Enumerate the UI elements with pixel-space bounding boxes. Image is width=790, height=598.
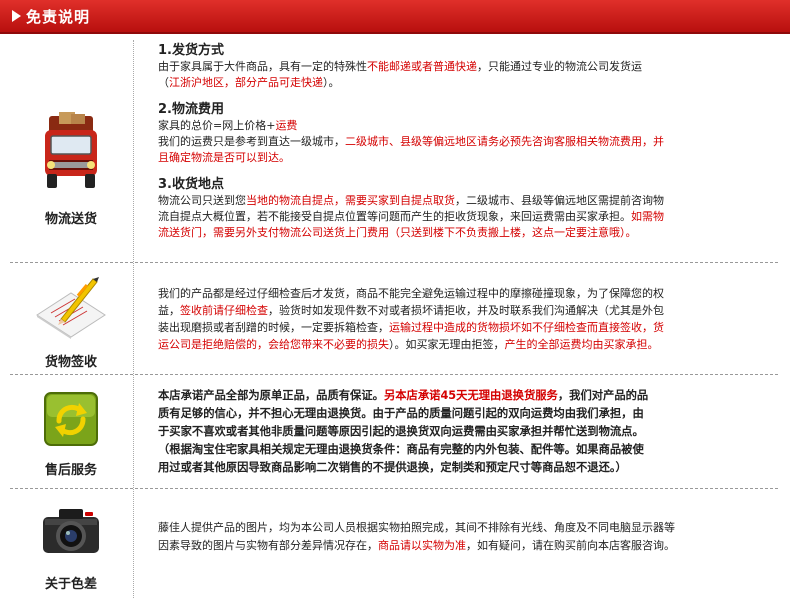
aftersales-line-2: 质有足够的信心，并不担心无理由退换货。由于产品的质量问题引起的双向运费均由我们承…	[158, 407, 644, 420]
play-arrow-icon	[12, 10, 21, 22]
highlight-segment: 运输过程中造成的货物损坏如不仔细检查而直接签收，货	[389, 321, 664, 334]
highlight-segment: 如需物	[631, 210, 664, 223]
text-segment: ）。如买家无理由拒签，	[389, 338, 505, 351]
aftersales-line-4: （根据淘宝住宅家具相关规定无理由退换货条件：商品有完整的内外包装、配件等。如果商…	[158, 443, 644, 456]
highlight-segment: 江浙沪地区，部分产品可走快递	[169, 76, 323, 89]
highlight-segment: 当地的物流自提点，需要买家到自提点取货	[246, 194, 455, 207]
text-segment: （	[158, 76, 169, 89]
header-bar: 免责说明	[0, 0, 790, 34]
aftersales-line-3: 于买家不喜欢或者其他非质量问题等原因引起的退换货双向运费需由买家承担并帮忙送到物…	[158, 425, 644, 438]
aftersales-line-1: 本店承诺产品全部为原单正品，品质有保证。另本店承诺45天无理由退换货服务，我们对…	[158, 387, 718, 405]
shipping-heading-3: 3.收货地点	[158, 177, 224, 192]
signing-line-2: 益，签收前请仔细检查，验货时如发现件数不对或者损坏请拒收，并及时联系我们沟通解决…	[158, 302, 718, 319]
highlight-segment: 流送货门，需要另外支付物流公司送货上门费用（只送到楼下不负责搬上楼，这点一定要注…	[158, 226, 637, 239]
color-icon-column: 关于色差	[10, 503, 132, 597]
text-segment: 益，	[158, 304, 180, 317]
section-color: 关于色差 藤佳人提供产品的图片，均为本公司人员根据实物拍照完成，其间不排除有光线…	[0, 489, 790, 598]
shipping-location-line-1: 物流公司只送到您当地的物流自提点，需要买家到自提点取货，二级城市、县级等偏远地区…	[158, 193, 718, 209]
signing-label: 货物签收	[44, 355, 97, 370]
refresh-arrows-icon	[44, 392, 98, 446]
camera-icon	[43, 509, 99, 553]
shipping-icon-column: 物流送货	[10, 112, 132, 227]
highlight-segment: 且确定物流是否可以到达。	[158, 151, 290, 164]
section-shipping: 物流送货 1.发货方式 由于家具属于大件商品，具有一定的特殊性不能邮递或者普通快…	[0, 32, 790, 262]
signing-content: 我们的产品都是经过仔细检查后才发货，商品不能完全避免运输过程中的摩擦碰撞现象，为…	[158, 285, 718, 353]
aftersales-icon-column: 售后服务	[10, 391, 132, 485]
shipping-location-line-2: 流自提点大概位置，若不能接受自提点位置等问题而产生的拒收货现象，来回运费需由买家…	[158, 209, 718, 225]
signing-line-3: 装出现磨损或者刮蹭的时候，一定要拆箱检查，运输过程中造成的货物损坏如不仔细检查而…	[158, 319, 718, 336]
highlight-segment: 二级城市、县级等偏远地区请务必预先咨询客服相关物流费用，并	[345, 135, 664, 148]
document-pen-icon	[36, 277, 106, 339]
text-segment: 我们的运费只是参考到直达一级城市，	[158, 135, 345, 148]
shipping-fee-line-2: 我们的运费只是参考到直达一级城市，二级城市、县级等偏远地区请务必预先咨询客服相关…	[158, 134, 718, 150]
highlight-segment: 另本店承诺45天无理由退换货服务	[383, 389, 558, 402]
highlight-segment: 运费	[275, 119, 298, 132]
text-segment: 流自提点大概位置，若不能接受自提点位置等问题而产生的拒收货现象，来回运费需由买家…	[158, 210, 631, 223]
color-content: 藤佳人提供产品的图片，均为本公司人员根据实物拍照完成，其间不排除有光线、角度及不…	[158, 519, 718, 555]
signing-line-1: 我们的产品都是经过仔细检查后才发货，商品不能完全避免运输过程中的摩擦碰撞现象，为…	[158, 287, 664, 300]
highlight-segment: 产生的全部运费均由买家承担。	[504, 338, 659, 351]
shipping-heading-2: 2.物流费用	[158, 102, 224, 117]
aftersales-label: 售后服务	[44, 463, 97, 478]
text-segment: 物流公司只送到您	[158, 194, 246, 207]
signing-line-4: 运公司是拒绝赔偿的，会给您带来不必要的损失）。如买家无理由拒签，产生的全部运费均…	[158, 336, 718, 353]
aftersales-line-5: 用过或者其他原因导致商品影响二次销售的不提供退换，定制类和预定尺寸等商品恕不退还…	[158, 461, 627, 474]
signing-icon-column: 货物签收	[10, 273, 132, 370]
shipping-heading-1: 1.发货方式	[158, 43, 224, 58]
color-label: 关于色差	[44, 577, 97, 592]
shipping-fee-line-1: 家具的总价=网上价格+运费	[158, 118, 718, 134]
text-segment: 家具的总价=网上价格+	[158, 119, 276, 132]
section-aftersales: 售后服务 本店承诺产品全部为原单正品，品质有保证。另本店承诺45天无理由退换货服…	[0, 375, 790, 487]
text-segment: ，如有疑问，请在购买前向本店客服咨询。	[466, 539, 675, 552]
highlight-segment: 运公司是拒绝赔偿的，会给您带来不必要的损失	[158, 338, 389, 351]
delivery-truck-icon	[45, 112, 97, 188]
text-segment: ，我们对产品的品	[557, 389, 649, 402]
shipping-label: 物流送货	[44, 212, 97, 227]
shipping-fee-line-3: 且确定物流是否可以到达。	[158, 150, 718, 166]
text-segment: 装出现磨损或者刮蹭的时候，一定要拆箱检查，	[158, 321, 389, 334]
text-segment: ，验货时如发现件数不对或者损坏请拒收，并及时联系我们沟通解决（尤其是外包	[268, 304, 664, 317]
section-signing: 货物签收 我们的产品都是经过仔细检查后才发货，商品不能完全避免运输过程中的摩擦碰…	[0, 263, 790, 373]
highlight-segment: 不能邮递或者普通快递	[367, 60, 477, 73]
color-line-2: 因素导致的图片与实物有部分差异情况存在，商品请以实物为准，如有疑问，请在购买前向…	[158, 537, 718, 555]
shipping-method-line-1: 由于家具属于大件商品，具有一定的特殊性不能邮递或者普通快递，只能通过专业的物流公…	[158, 59, 718, 75]
aftersales-content: 本店承诺产品全部为原单正品，品质有保证。另本店承诺45天无理由退换货服务，我们对…	[158, 387, 718, 477]
color-line-1: 藤佳人提供产品的图片，均为本公司人员根据实物拍照完成，其间不排除有光线、角度及不…	[158, 521, 675, 534]
highlight-segment: 签收前请仔细检查	[180, 304, 268, 317]
shipping-content: 1.发货方式 由于家具属于大件商品，具有一定的特殊性不能邮递或者普通快递，只能通…	[158, 42, 718, 241]
text-segment: 本店承诺产品全部为原单正品，品质有保证。	[158, 389, 384, 402]
text-segment: 因素导致的图片与实物有部分差异情况存在，	[158, 539, 378, 552]
shipping-location-line-3: 流送货门，需要另外支付物流公司送货上门费用（只送到楼下不负责搬上楼，这点一定要注…	[158, 225, 718, 241]
text-segment: ）。	[323, 76, 340, 89]
page-title: 免责说明	[26, 8, 91, 26]
text-segment: 由于家具属于大件商品，具有一定的特殊性	[158, 60, 367, 73]
text-segment: ，只能通过专业的物流公司发货运	[477, 60, 642, 73]
text-segment: ，二级城市、县级等偏远地区需提前咨询物	[455, 194, 664, 207]
highlight-segment: 商品请以实物为准	[378, 539, 466, 552]
shipping-method-line-2: （江浙沪地区，部分产品可走快递）。	[158, 75, 718, 91]
